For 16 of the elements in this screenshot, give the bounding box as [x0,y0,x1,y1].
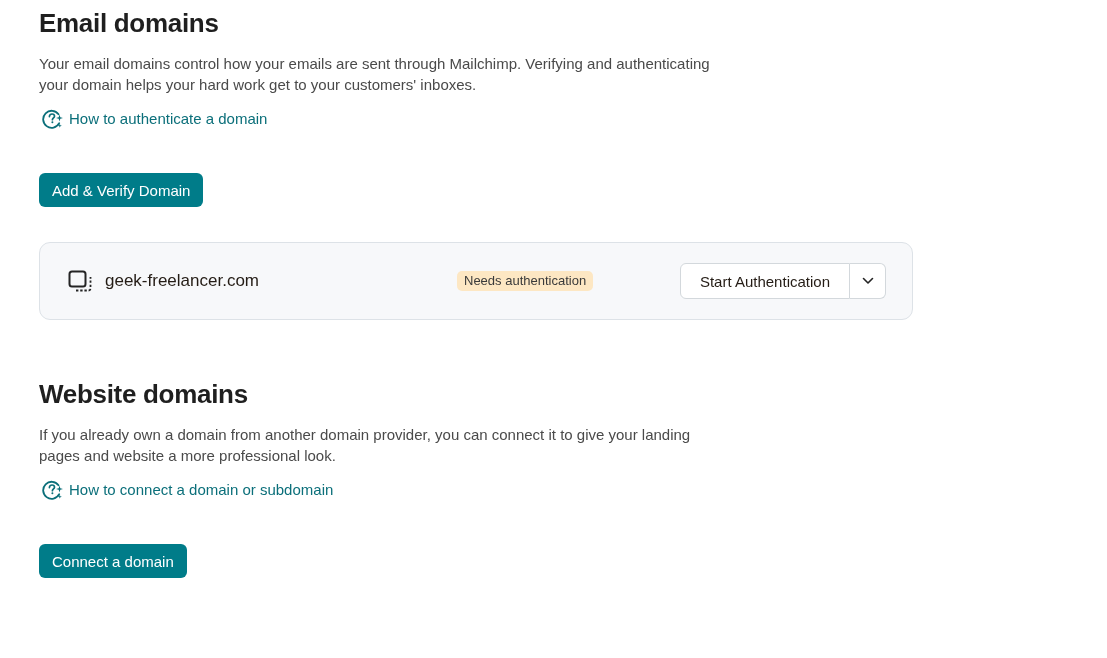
primary-button[interactable]: Add & Verify Domain [39,173,204,207]
section-description: If you already own a domain from another domain provider, you can connect it to give your landing pages and website a more professional look. [39,425,692,466]
section-title: Website domains [39,378,248,411]
help-sparkle-icon [42,108,64,130]
more-options-button[interactable] [850,263,886,299]
section-description: Your email domains control how your emails are sent through Mailchimp. Verifying and authenticating your domain helps your hard work get to your customers' inboxes. [39,54,711,95]
overlapping-squares-icon [68,270,92,292]
chevron-down-icon [861,277,874,285]
help-link[interactable]: How to authenticate a domain [42,108,268,130]
status-badge: Needs authentication [457,271,594,291]
start-authentication-button[interactable]: Start Authentication [679,263,850,299]
help-link[interactable]: How to connect a domain or subdomain [42,479,334,501]
domain-name: geek-freelancer.com [105,271,261,291]
primary-button[interactable]: Connect a domain [39,544,187,578]
section-title: Email domains [39,7,219,40]
help-sparkle-icon [42,479,64,501]
